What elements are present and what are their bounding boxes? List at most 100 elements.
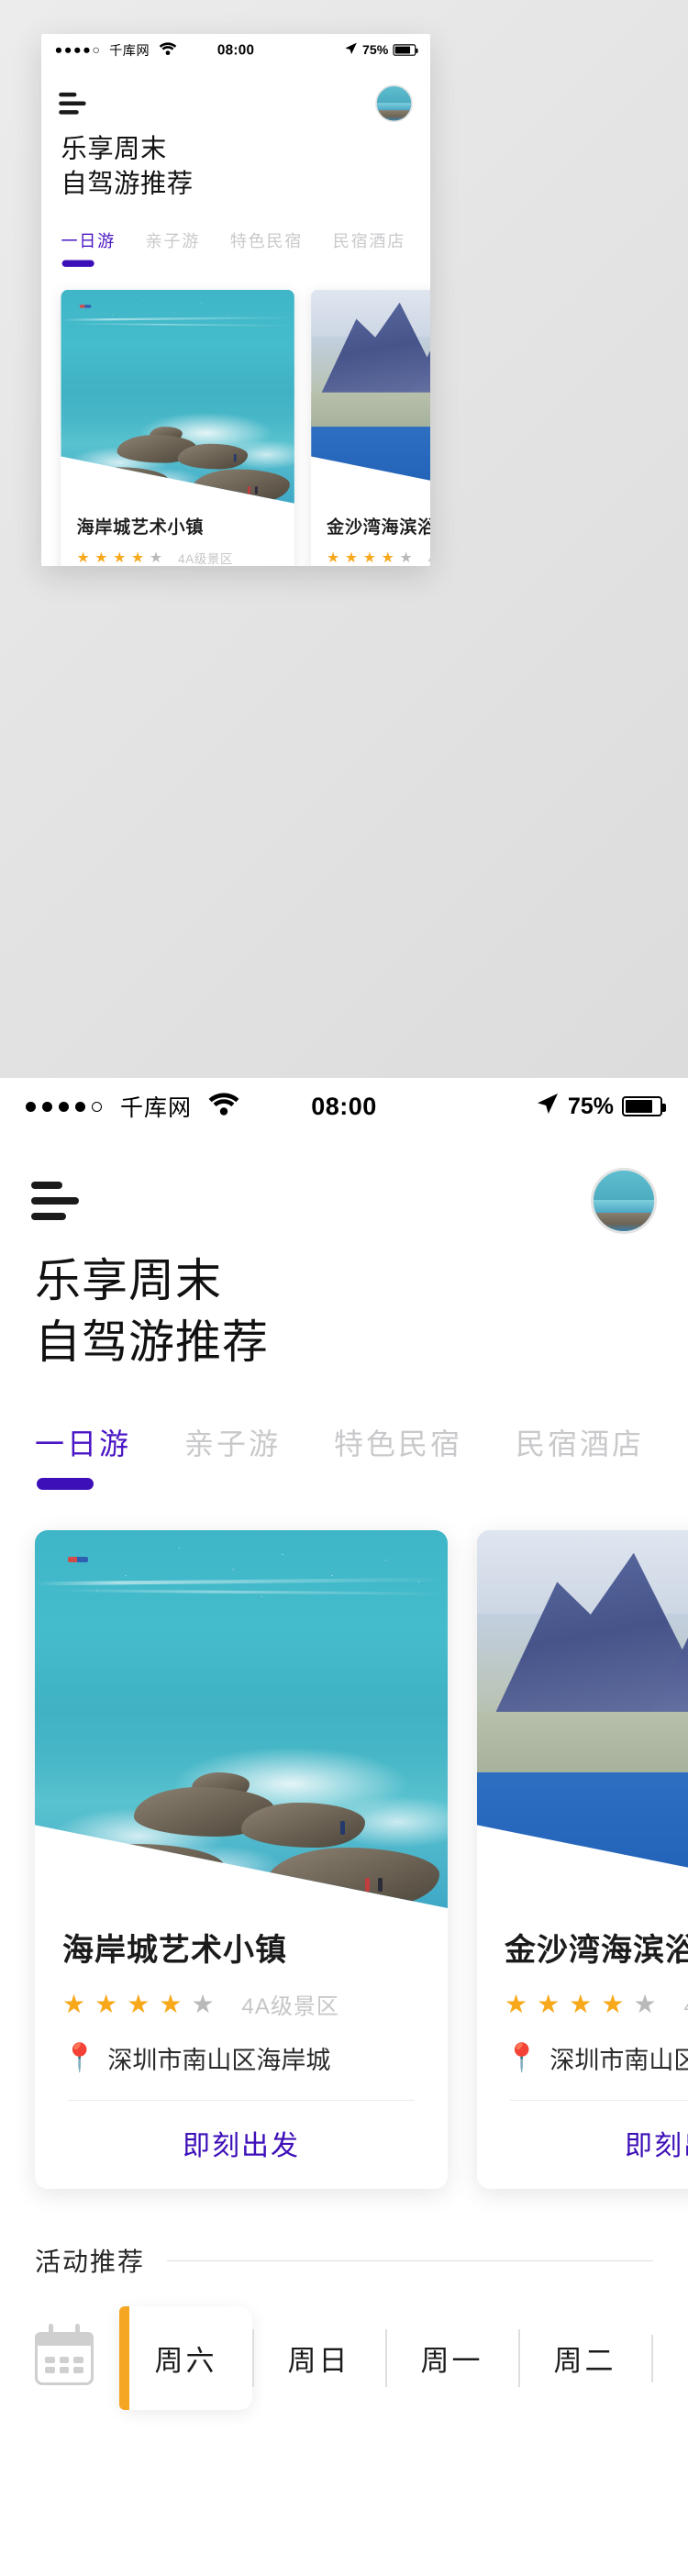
calendar-cell — [45, 2366, 55, 2373]
star-icon: ★ — [362, 549, 376, 566]
scenic-level-badge: 4A级景区 — [684, 1988, 688, 2020]
card-location-row: 📍 深圳市南山区金沙湾 — [505, 2040, 688, 2076]
signal-strength-dots — [26, 1101, 102, 1112]
star-rating: ★ ★ ★ ★ ★ — [76, 550, 162, 565]
water-sparkle — [61, 289, 294, 375]
signal-dot-empty — [92, 1101, 102, 1112]
star-icon: ★ — [76, 549, 90, 566]
card-cta-button[interactable]: 即刻出发 — [35, 2101, 448, 2189]
battery-icon — [393, 44, 418, 56]
hamburger-line — [31, 1197, 79, 1205]
mountain-lake-photo — [477, 1530, 688, 1908]
rock-shape — [266, 1848, 439, 1908]
signal-dot — [55, 47, 62, 53]
destination-card[interactable]: 金沙湾海滨浴场 ★ ★ ★ ★ ★ 4A级景区 — [311, 289, 430, 566]
status-bar-right: 75% — [344, 41, 418, 59]
card-location-row: 📍 深圳市南山区海岸城 — [62, 2040, 420, 2076]
star-rating: ★ ★ ★ ★ ★ — [327, 550, 413, 565]
page-title-line2: 自驾游推荐 — [61, 169, 194, 198]
card-body: 金沙湾海滨浴场 ★ ★ ★ ★ ★ 4A级景区 — [311, 504, 430, 566]
card-image-mountain-lake — [477, 1530, 688, 1908]
tab-featured-homestay[interactable]: 特色民宿 — [230, 228, 303, 251]
tab-one-day-trip[interactable]: 一日游 — [35, 1421, 131, 1463]
activity-section-header: 活动推荐 — [0, 2189, 688, 2279]
person-shape — [365, 1878, 370, 1893]
signal-dot — [83, 47, 90, 53]
avatar[interactable] — [591, 1168, 657, 1234]
star-icon: ★ — [601, 1989, 625, 2018]
battery-percent-label: 75% — [567, 1093, 614, 1119]
hamburger-menu-icon[interactable] — [59, 92, 86, 115]
destination-card-list[interactable]: 海岸城艺术小镇 ★ ★ ★ ★ ★ 4A级景区 — [0, 1490, 688, 2189]
star-icon-empty: ★ — [633, 1989, 657, 2018]
lake-water — [477, 1769, 688, 1908]
signal-dot-empty — [93, 47, 99, 53]
card-rating-row: ★ ★ ★ ★ ★ 4A级景区 — [327, 549, 430, 566]
star-icon-empty: ★ — [191, 1989, 215, 2018]
person-shape — [254, 486, 258, 494]
active-tab-indicator — [37, 1478, 94, 1490]
card-title: 金沙湾海滨浴场 — [327, 517, 430, 538]
category-tabs: 一日游 亲子游 特色民宿 民宿酒店 — [41, 201, 430, 251]
hamburger-menu-icon[interactable] — [31, 1182, 79, 1220]
page-title-line1: 乐享周末 — [35, 1255, 222, 1306]
day-tab-saturday[interactable]: 周六 — [119, 2306, 252, 2410]
card-body: 海岸城艺术小镇 ★ ★ ★ ★ ★ 4A级景区 — [35, 1908, 448, 2101]
person-shape — [340, 1821, 345, 1836]
day-tab-monday[interactable]: 周一 — [385, 2306, 518, 2410]
person-shape — [248, 486, 250, 494]
preview-backdrop: 千库网 08:00 75% 乐享周末 自驾游推荐 一日游 亲子游 特色民宿 民宿… — [0, 0, 688, 1078]
destination-card[interactable]: 海岸城艺术小镇 ★ ★ ★ ★ ★ 4A级景区 — [35, 1530, 448, 2189]
avatar[interactable] — [375, 84, 413, 123]
card-location-text: 深圳市南山区金沙湾 — [549, 2047, 688, 2074]
destination-card[interactable]: 海岸城艺术小镇 ★ ★ ★ ★ ★ 4A级景区 — [61, 289, 294, 566]
app-header — [41, 66, 430, 123]
page-title: 乐享周末 自驾游推荐 — [0, 1234, 688, 1373]
star-icon: ★ — [344, 549, 359, 566]
destination-card[interactable]: 金沙湾海滨浴场 ★ ★ ★ ★ ★ 4A级景区 — [477, 1530, 688, 2189]
activity-section-title: 活动推荐 — [35, 2248, 146, 2276]
star-icon: ★ — [159, 1989, 183, 2018]
calendar-cell — [73, 2366, 83, 2373]
star-icon: ★ — [537, 1989, 560, 2018]
card-image-seaside — [61, 289, 294, 504]
map-pin-icon: 📍 — [505, 2042, 539, 2073]
tab-homestay-hotel[interactable]: 民宿酒店 — [333, 228, 405, 251]
day-list-end-divider — [651, 2334, 653, 2382]
day-selector: 周六 周日 周一 周二 — [0, 2279, 688, 2410]
tab-homestay-hotel[interactable]: 民宿酒店 — [516, 1421, 644, 1463]
status-bar: 千库网 08:00 75% — [41, 34, 430, 66]
card-cta-button[interactable]: 即刻出发 — [477, 2101, 688, 2189]
carrier-label: 千库网 — [120, 1095, 193, 1121]
star-icon: ★ — [94, 549, 108, 566]
page-title: 乐享周末 自驾游推荐 — [41, 122, 430, 201]
calendar-cell — [73, 2356, 83, 2363]
star-icon: ★ — [127, 1989, 150, 2018]
star-icon: ★ — [381, 549, 394, 566]
tab-family-trip[interactable]: 亲子游 — [146, 228, 200, 251]
destination-card-list[interactable]: 海岸城艺术小镇 ★ ★ ★ ★ ★ 4A级景区 — [41, 267, 430, 566]
lake-shore — [311, 392, 430, 427]
star-icon: ★ — [113, 549, 127, 566]
star-rating: ★ ★ ★ ★ ★ — [62, 1989, 215, 2018]
boat-shape — [68, 1556, 88, 1562]
section-divider — [167, 2260, 653, 2261]
rock-shape — [74, 467, 169, 497]
app-screen: 千库网 08:00 75% 乐享周末 自驾游推荐 一日游 亲子游 特色民宿 民宿… — [41, 34, 430, 566]
signal-dot — [42, 1101, 52, 1112]
star-icon: ★ — [505, 1989, 528, 2018]
hamburger-line — [31, 1213, 66, 1220]
card-image-seaside — [35, 1530, 448, 1908]
tab-one-day-trip[interactable]: 一日游 — [61, 228, 115, 251]
battery-fill — [394, 46, 410, 54]
card-image-mountain-lake — [311, 289, 430, 504]
day-tab-tuesday[interactable]: 周二 — [518, 2306, 651, 2410]
tab-featured-homestay[interactable]: 特色民宿 — [334, 1421, 462, 1463]
card-body: 海岸城艺术小镇 ★ ★ ★ ★ ★ 4A级景区 — [61, 504, 294, 566]
seaside-rocks-photo — [35, 1530, 448, 1908]
tab-family-trip[interactable]: 亲子游 — [184, 1421, 281, 1463]
app-header — [0, 1135, 688, 1234]
avatar-rocks — [594, 1213, 654, 1231]
status-bar-right: 75% — [536, 1092, 666, 1122]
day-tab-sunday[interactable]: 周日 — [252, 2306, 385, 2410]
